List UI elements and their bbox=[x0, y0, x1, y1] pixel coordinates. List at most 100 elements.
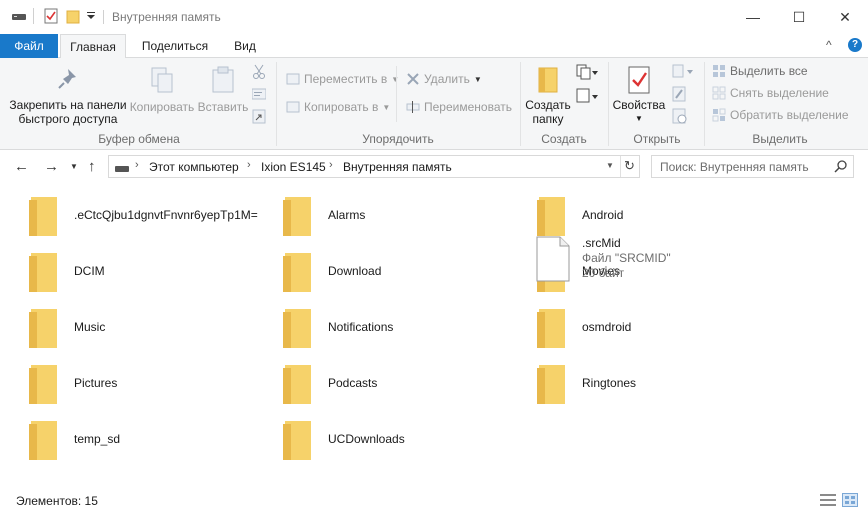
copy-button[interactable]: Копировать bbox=[128, 66, 196, 114]
paste-button[interactable]: Вставить bbox=[196, 66, 250, 114]
properties-check-icon[interactable] bbox=[44, 8, 58, 27]
copy-to-button[interactable]: Копировать в ▼ bbox=[286, 100, 390, 114]
search-input[interactable]: Поиск: Внутренняя память bbox=[651, 155, 854, 178]
properties-label: Свойства bbox=[612, 98, 666, 112]
search-icon[interactable] bbox=[834, 160, 848, 177]
arrow-right-icon: → bbox=[44, 158, 59, 175]
help-icon[interactable]: ? bbox=[848, 38, 862, 52]
folder-item[interactable]: temp_sd bbox=[0, 406, 250, 460]
maximize-icon: ☐ bbox=[792, 8, 806, 25]
refresh-icon[interactable]: ↻ bbox=[624, 158, 635, 174]
group-separator bbox=[704, 62, 705, 146]
minimize-button[interactable]: — bbox=[730, 0, 776, 34]
large-icons-view-icon[interactable] bbox=[842, 493, 858, 507]
folder-item[interactable]: .eCtcQjbu1dgnvtFnvnr6yepTp1M= bbox=[0, 182, 258, 236]
folder-name: Android bbox=[582, 208, 624, 222]
file-name: .srcMid bbox=[582, 236, 621, 250]
folder-icon bbox=[28, 364, 58, 407]
chevron-right-icon[interactable]: › bbox=[247, 159, 251, 171]
drive-icon bbox=[115, 162, 129, 176]
status-bar: Элементов: 15 bbox=[0, 486, 868, 516]
close-icon: ✕ bbox=[839, 8, 851, 25]
back-button[interactable]: ← bbox=[14, 158, 29, 175]
qa-customize-icon[interactable] bbox=[86, 8, 96, 27]
tab-file[interactable]: Файл bbox=[0, 34, 58, 58]
breadcrumb-this-pc[interactable]: Этот компьютер bbox=[149, 160, 239, 174]
folder-icon bbox=[536, 196, 566, 239]
folder-name: Podcasts bbox=[328, 376, 378, 390]
properties-icon bbox=[628, 66, 650, 94]
properties-button[interactable]: Свойства ▼ bbox=[612, 66, 666, 126]
details-view-icon[interactable] bbox=[820, 493, 836, 507]
folder-icon bbox=[536, 364, 566, 407]
folder-icon bbox=[28, 420, 58, 463]
group-separator bbox=[520, 62, 521, 146]
easy-access-icon[interactable] bbox=[576, 88, 598, 107]
invert-selection-icon bbox=[712, 108, 726, 122]
folder-item[interactable]: Download bbox=[254, 238, 504, 292]
recent-locations-button[interactable]: ▼ bbox=[70, 162, 78, 171]
folder-item[interactable]: DCIM bbox=[0, 238, 250, 292]
folder-item[interactable]: osmdroid bbox=[508, 294, 758, 348]
group-label-select: Выделить bbox=[752, 132, 808, 146]
copy-path-icon[interactable] bbox=[251, 88, 267, 103]
pin-label-line1: Закрепить на панели bbox=[9, 98, 127, 112]
move-to-button[interactable]: Переместить в ▼ bbox=[286, 72, 399, 86]
maximize-button[interactable]: ☐ bbox=[776, 0, 822, 34]
chevron-right-icon[interactable]: › bbox=[135, 159, 139, 171]
folder-icon bbox=[536, 308, 566, 351]
folder-item[interactable]: UCDownloads bbox=[254, 406, 504, 460]
delete-button[interactable]: Удалить ▼ bbox=[406, 72, 482, 86]
select-none-button[interactable]: Снять выделение bbox=[712, 86, 829, 100]
up-button[interactable]: ↑ bbox=[88, 158, 96, 175]
folder-icon bbox=[282, 196, 312, 239]
address-dropdown-icon[interactable]: ▼ bbox=[606, 161, 614, 170]
chevron-down-icon: ▼ bbox=[473, 74, 482, 84]
history-icon[interactable] bbox=[672, 108, 688, 127]
folder-icon bbox=[28, 308, 58, 351]
chevron-right-icon[interactable]: › bbox=[329, 159, 333, 171]
item-count: Элементов: 15 bbox=[16, 494, 98, 508]
new-folder-button[interactable]: Создать папку bbox=[524, 66, 572, 126]
tab-share[interactable]: Поделиться bbox=[134, 34, 216, 58]
folder-item[interactable]: Pictures bbox=[0, 350, 250, 404]
folder-item[interactable]: Ringtones bbox=[508, 350, 758, 404]
pin-icon bbox=[58, 69, 76, 89]
invert-selection-button[interactable]: Обратить выделение bbox=[712, 108, 849, 122]
edit-icon[interactable] bbox=[672, 86, 686, 105]
folder-name: Music bbox=[74, 320, 106, 334]
breadcrumb-internal-storage[interactable]: Внутренняя память bbox=[343, 160, 452, 174]
tab-view[interactable]: Вид bbox=[224, 34, 266, 58]
pin-label-line2: быстрого доступа bbox=[18, 112, 118, 126]
forward-button[interactable]: → bbox=[44, 158, 59, 175]
address-bar[interactable]: › Этот компьютер › Ixion ES145 › Внутрен… bbox=[108, 155, 640, 178]
pin-quick-access-button[interactable]: Закрепить на панели быстрого доступа bbox=[8, 66, 128, 126]
open-icon[interactable] bbox=[672, 64, 694, 81]
select-all-button[interactable]: Выделить все bbox=[712, 64, 808, 78]
folder-item[interactable]: Music bbox=[0, 294, 250, 348]
new-folder-icon[interactable] bbox=[66, 8, 80, 27]
move-to-label: Переместить в bbox=[304, 72, 388, 86]
navigation-bar: ← → ▼ ↑ › Этот компьютер › Ixion ES145 ›… bbox=[0, 150, 868, 182]
tab-home[interactable]: Главная bbox=[60, 34, 126, 59]
ribbon-collapse-icon[interactable]: ^ bbox=[826, 38, 832, 52]
folder-icon bbox=[282, 420, 312, 463]
cut-icon[interactable] bbox=[252, 64, 266, 83]
close-button[interactable]: ✕ bbox=[822, 0, 868, 34]
delete-icon bbox=[407, 73, 419, 85]
file-type: Файл "SRCMID" bbox=[582, 251, 671, 265]
chevron-down-icon: ▼ bbox=[635, 114, 643, 123]
new-folder-label-line2: папку bbox=[532, 112, 564, 126]
select-none-label: Снять выделение bbox=[730, 86, 829, 100]
rename-button[interactable]: Переименовать bbox=[406, 100, 512, 114]
folder-item[interactable]: Podcasts bbox=[254, 350, 504, 404]
folder-item[interactable]: Notifications bbox=[254, 294, 504, 348]
paste-shortcut-icon[interactable] bbox=[252, 108, 266, 127]
folder-item[interactable]: Alarms bbox=[254, 182, 504, 236]
folder-icon bbox=[538, 67, 558, 93]
folder-name: Pictures bbox=[74, 376, 118, 390]
breadcrumb-device[interactable]: Ixion ES145 bbox=[261, 160, 326, 174]
folder-icon bbox=[282, 364, 312, 407]
folder-item[interactable]: Android bbox=[508, 182, 758, 236]
new-item-icon[interactable] bbox=[576, 64, 598, 83]
